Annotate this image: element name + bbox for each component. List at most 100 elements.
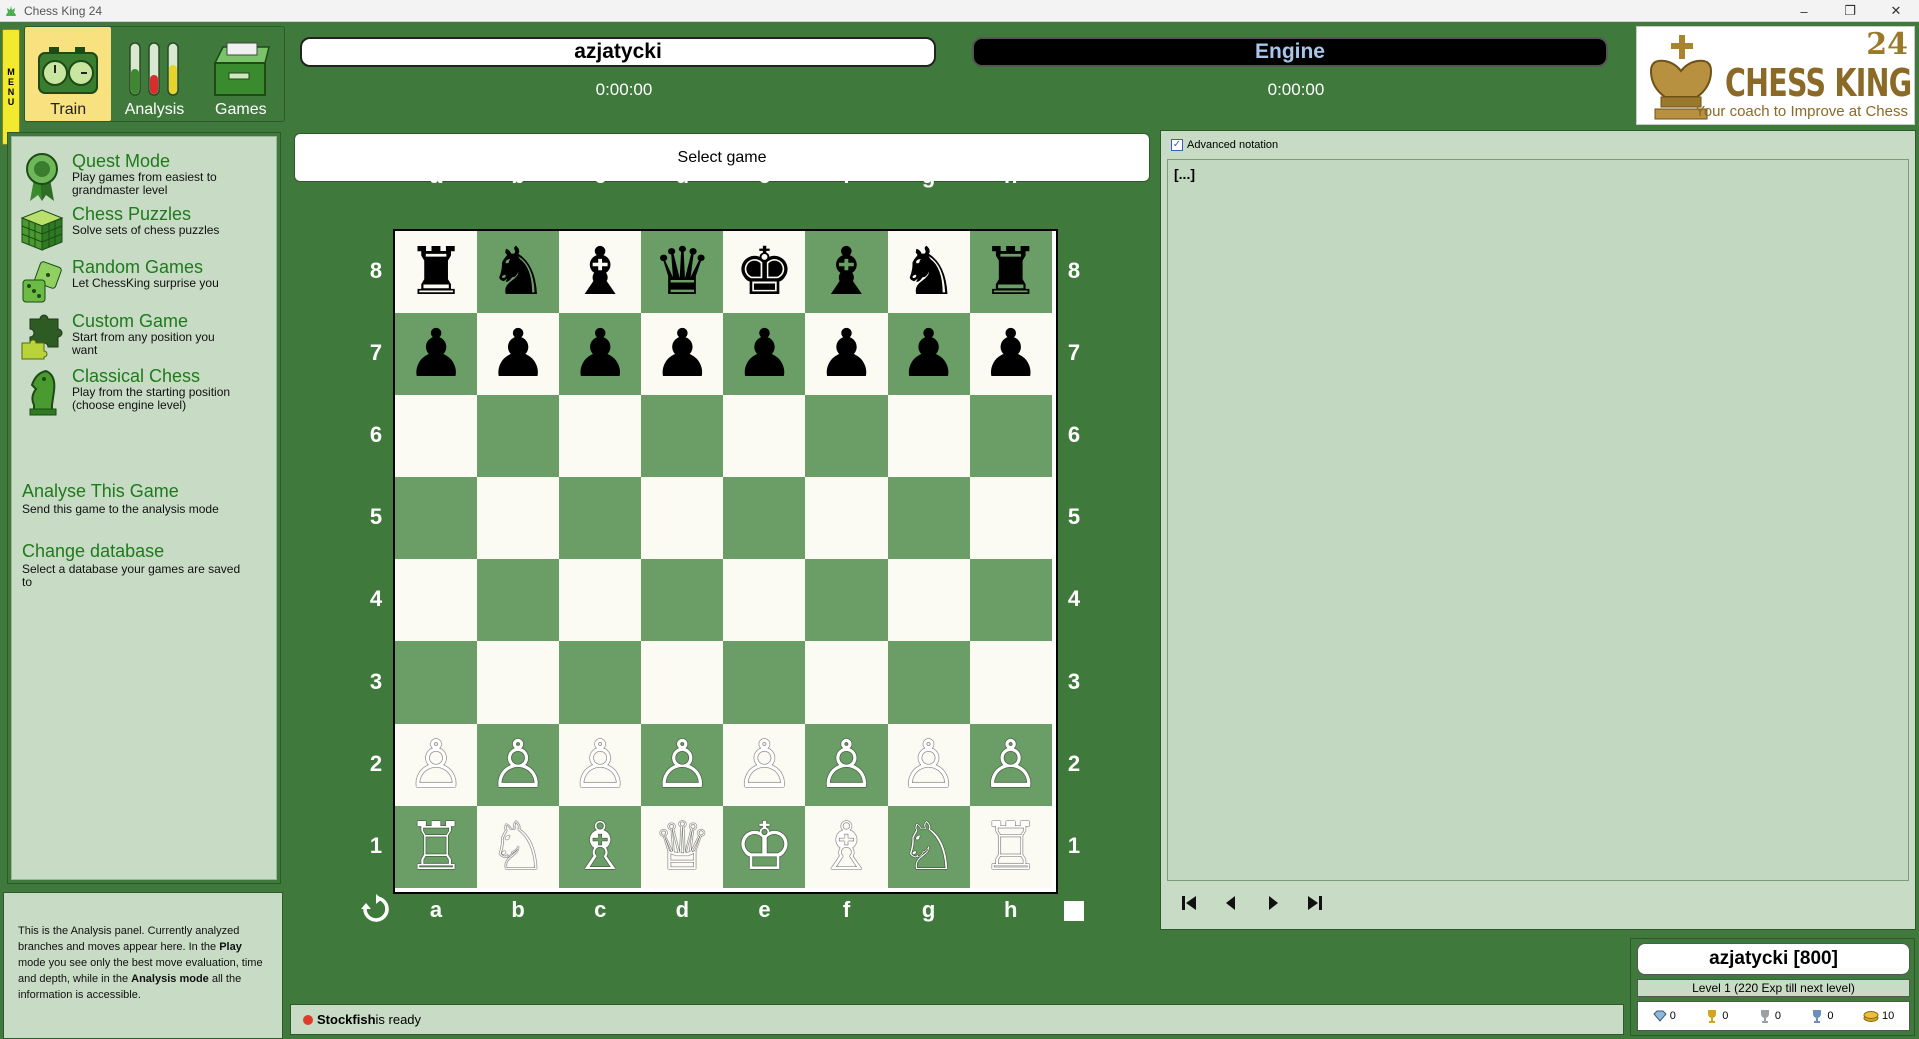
square-f7[interactable]: ♟: [805, 313, 888, 396]
close-button[interactable]: ✕: [1873, 0, 1919, 22]
square-b3[interactable]: [477, 641, 560, 724]
square-b8[interactable]: ♞: [477, 231, 560, 314]
square-h5[interactable]: [969, 477, 1052, 560]
square-h4[interactable]: [969, 559, 1052, 642]
train-tab[interactable]: Train: [25, 27, 112, 121]
square-g3[interactable]: [887, 641, 970, 724]
white-piece-icon[interactable]: ♙: [735, 731, 794, 798]
first-move-button[interactable]: [1177, 891, 1201, 915]
menu-item-classical-chess[interactable]: Classical Chess Play from the starting p…: [16, 366, 242, 418]
square-g2[interactable]: ♙: [887, 723, 970, 806]
white-piece-icon[interactable]: ♘: [899, 813, 958, 880]
square-d5[interactable]: [641, 477, 724, 560]
square-e6[interactable]: [723, 395, 806, 478]
white-piece-icon[interactable]: ♙: [981, 731, 1040, 798]
square-h2[interactable]: ♙: [969, 723, 1052, 806]
square-h1[interactable]: ♖: [969, 805, 1052, 888]
square-a5[interactable]: [395, 477, 478, 560]
analysis-tab[interactable]: Analysis: [111, 27, 197, 121]
square-d4[interactable]: [641, 559, 724, 642]
square-a1[interactable]: ♖: [395, 805, 478, 888]
square-c8[interactable]: ♝: [559, 231, 642, 314]
square-d8[interactable]: ♛: [641, 231, 724, 314]
square-f2[interactable]: ♙: [805, 723, 888, 806]
menu-item-change-database[interactable]: Change database Select a database your g…: [22, 541, 252, 589]
white-piece-icon[interactable]: ♙: [406, 731, 465, 798]
games-tab[interactable]: Games: [198, 27, 284, 121]
black-piece-icon[interactable]: ♟: [406, 321, 465, 387]
menu-item-chess-puzzles[interactable]: Chess Puzzles Solve sets of chess puzzle…: [16, 204, 242, 256]
white-piece-icon[interactable]: ♗: [817, 813, 876, 880]
square-d3[interactable]: [641, 641, 724, 724]
white-piece-icon[interactable]: ♖: [981, 813, 1040, 880]
square-f5[interactable]: [805, 477, 888, 560]
black-piece-icon[interactable]: ♝: [817, 239, 876, 305]
white-piece-icon[interactable]: ♘: [489, 813, 548, 880]
square-f1[interactable]: ♗: [805, 805, 888, 888]
square-d7[interactable]: ♟: [641, 313, 724, 396]
square-c5[interactable]: [559, 477, 642, 560]
square-g4[interactable]: [887, 559, 970, 642]
white-piece-icon[interactable]: ♙: [817, 731, 876, 798]
square-g7[interactable]: ♟: [887, 313, 970, 396]
menu-item-analyse-this-game[interactable]: Analyse This Game Send this game to the …: [22, 481, 252, 516]
square-c1[interactable]: ♗: [559, 805, 642, 888]
notation-area[interactable]: [...]: [1167, 159, 1909, 881]
square-h8[interactable]: ♜: [969, 231, 1052, 314]
black-piece-icon[interactable]: ♚: [735, 239, 794, 305]
black-piece-icon[interactable]: ♜: [981, 239, 1040, 305]
black-piece-icon[interactable]: ♟: [571, 321, 630, 387]
square-h6[interactable]: [969, 395, 1052, 478]
square-g8[interactable]: ♞: [887, 231, 970, 314]
black-piece-icon[interactable]: ♟: [817, 321, 876, 387]
black-piece-icon[interactable]: ♟: [735, 321, 794, 387]
square-e5[interactable]: [723, 477, 806, 560]
white-piece-icon[interactable]: ♔: [735, 813, 794, 880]
black-piece-icon[interactable]: ♟: [981, 321, 1040, 387]
black-piece-icon[interactable]: ♛: [653, 239, 712, 305]
profile-name[interactable]: azjatycki [800]: [1637, 943, 1910, 975]
menu-item-custom-game[interactable]: Custom Game Start from any position you …: [16, 311, 242, 363]
square-c7[interactable]: ♟: [559, 313, 642, 396]
menu-item-random-games[interactable]: Random Games Let ChessKing surprise you: [16, 257, 242, 309]
square-c6[interactable]: [559, 395, 642, 478]
square-f8[interactable]: ♝: [805, 231, 888, 314]
advanced-notation-checkbox[interactable]: ✓ Advanced notation: [1171, 139, 1278, 151]
square-h7[interactable]: ♟: [969, 313, 1052, 396]
chess-board[interactable]: ♜ ♞ ♝ ♛ ♚ ♝ ♞ ♜ ♟ ♟ ♟ ♟ ♟ ♟ ♟ ♟ ♙ ♙ ♙ ♙ ♙ ♙ ♙ ♙ ♖ ♘ ♗ ♕ ♔ ♗ ♘ ♖: [393, 229, 1058, 894]
square-e2[interactable]: ♙: [723, 723, 806, 806]
square-a2[interactable]: ♙: [395, 723, 478, 806]
square-a8[interactable]: ♜: [395, 231, 478, 314]
square-b4[interactable]: [477, 559, 560, 642]
square-e7[interactable]: ♟: [723, 313, 806, 396]
square-g6[interactable]: [887, 395, 970, 478]
black-piece-icon[interactable]: ♟: [653, 321, 712, 387]
black-piece-icon[interactable]: ♜: [406, 239, 465, 305]
previous-move-button[interactable]: [1219, 891, 1243, 915]
square-a6[interactable]: [395, 395, 478, 478]
square-c4[interactable]: [559, 559, 642, 642]
square-f6[interactable]: [805, 395, 888, 478]
minimize-button[interactable]: –: [1781, 0, 1827, 22]
square-e8[interactable]: ♚: [723, 231, 806, 314]
square-b7[interactable]: ♟: [477, 313, 560, 396]
last-move-button[interactable]: [1303, 891, 1327, 915]
next-move-button[interactable]: [1261, 891, 1285, 915]
maximize-button[interactable]: ❐: [1827, 0, 1873, 22]
square-g5[interactable]: [887, 477, 970, 560]
square-b6[interactable]: [477, 395, 560, 478]
square-a7[interactable]: ♟: [395, 313, 478, 396]
black-piece-icon[interactable]: ♟: [899, 321, 958, 387]
square-f3[interactable]: [805, 641, 888, 724]
black-piece-icon[interactable]: ♞: [899, 239, 958, 305]
square-d6[interactable]: [641, 395, 724, 478]
white-piece-icon[interactable]: ♕: [653, 813, 712, 880]
square-a3[interactable]: [395, 641, 478, 724]
square-f4[interactable]: [805, 559, 888, 642]
square-b1[interactable]: ♘: [477, 805, 560, 888]
square-g1[interactable]: ♘: [887, 805, 970, 888]
square-b2[interactable]: ♙: [477, 723, 560, 806]
white-piece-icon[interactable]: ♙: [653, 731, 712, 798]
square-a4[interactable]: [395, 559, 478, 642]
white-piece-icon[interactable]: ♙: [489, 731, 548, 798]
